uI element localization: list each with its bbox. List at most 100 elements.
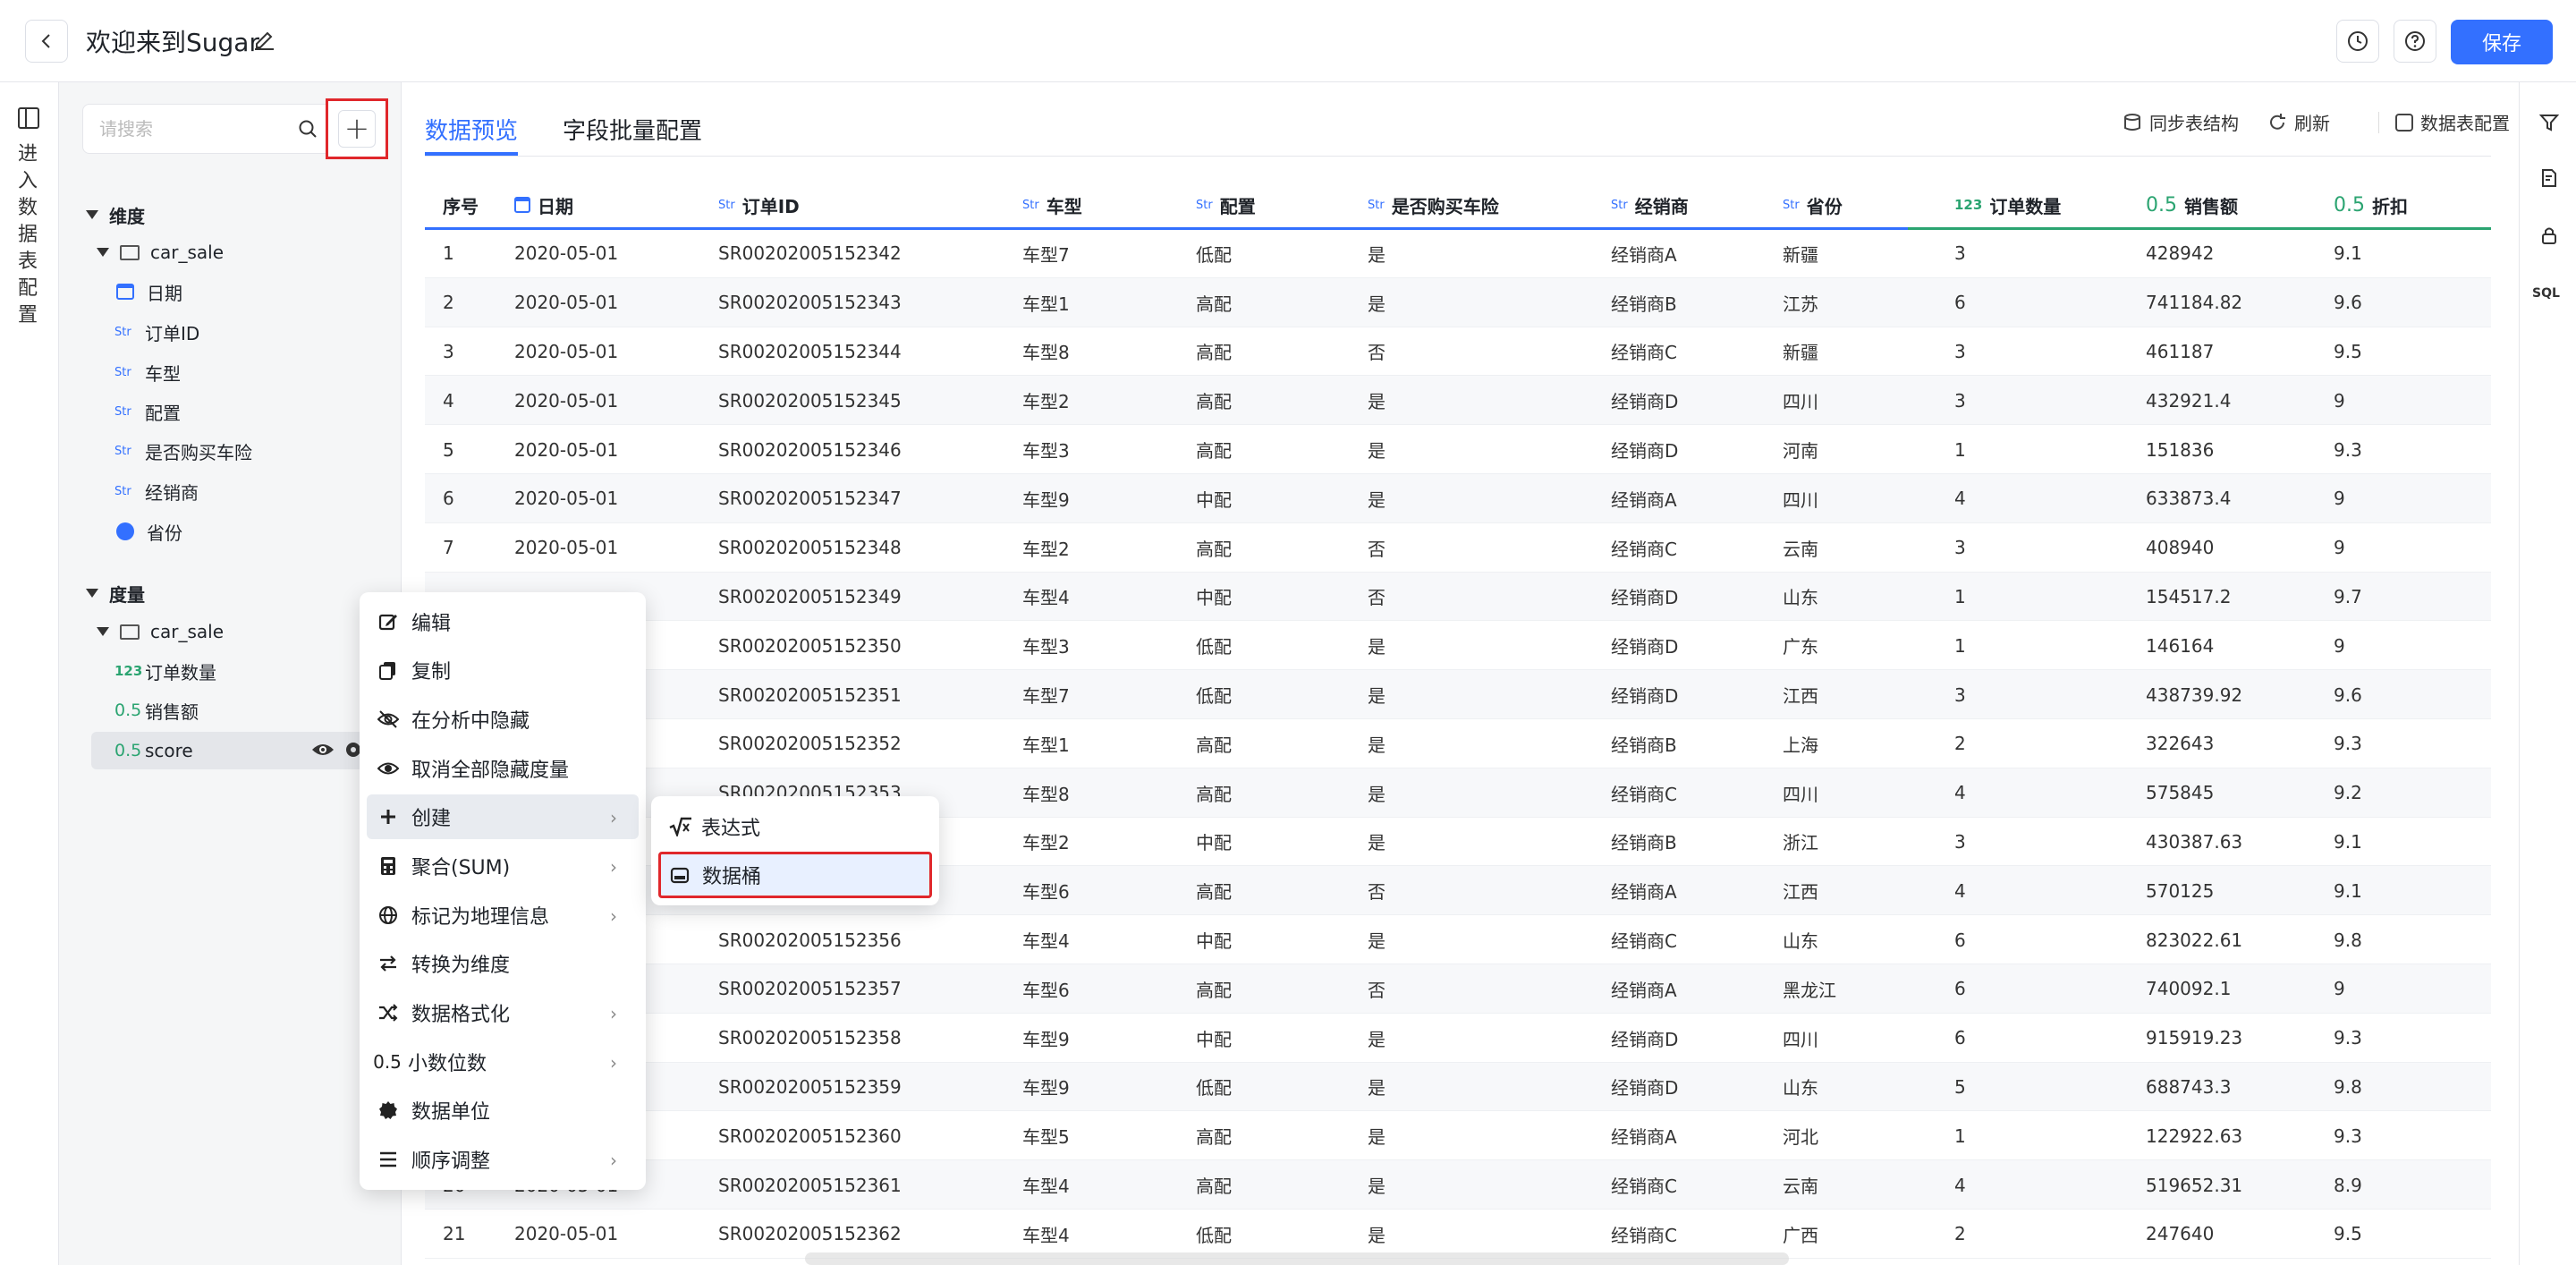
menu-item-label: 在分析中隐藏 <box>411 710 530 733</box>
horizontal-scrollbar[interactable] <box>805 1252 1789 1265</box>
column-header-province[interactable]: Str 省份 <box>1783 183 1843 227</box>
field-label: 车型 <box>145 362 181 385</box>
table-config-label: 数据表配置 <box>2420 113 2510 134</box>
table-cell: 3 <box>443 340 454 362</box>
column-header-order-count[interactable]: 123 订单数量 <box>1954 183 2061 227</box>
field-item-sales[interactable]: 0.5 销售额 <box>114 694 199 726</box>
column-header-order-id[interactable]: Str 订单ID <box>718 183 800 227</box>
panel-toggle-icon[interactable] <box>18 107 39 129</box>
menu-item-plus[interactable]: 创建 › <box>367 794 639 839</box>
table-cell: 4 <box>1954 782 1966 804</box>
tab-field-batch-config[interactable]: 字段批量配置 <box>563 113 702 146</box>
calculator-icon <box>377 855 399 877</box>
table-cell: 154517.2 <box>2146 585 2232 607</box>
field-item-province[interactable]: 省份 <box>114 515 182 548</box>
enter-table-config-link[interactable]: 进入数据表配置 <box>18 141 41 329</box>
table-cell: 车型8 <box>1022 783 1070 805</box>
tab-data-preview[interactable]: 数据预览 <box>425 113 518 146</box>
column-header-sales[interactable]: 0.5 销售额 <box>2146 183 2238 227</box>
table-header: 序号 日期 Str 订单ID Str 车型 Str 配置 Str 是否购买车险 Str 经… <box>425 183 2491 230</box>
menu-item-data-bucket[interactable]: 数据桶 <box>658 852 932 898</box>
table-cell: 4 <box>443 389 454 412</box>
str-type-icon: Str <box>1196 198 1213 212</box>
column-header-insurance[interactable]: Str 是否购买车险 <box>1368 183 1499 227</box>
dimension-table-node[interactable]: car_sale <box>97 236 224 268</box>
table-cell: 车型2 <box>1022 832 1070 854</box>
add-field-button[interactable]: + <box>326 98 388 159</box>
table-cell: SR00202005152360 <box>718 1125 902 1147</box>
data-preview-table: 序号 日期 Str 订单ID Str 车型 Str 配置 Str 是否购买车险 Str 经… <box>425 183 2491 1259</box>
menu-item-calculator[interactable]: 聚合(SUM) › <box>367 844 639 888</box>
save-button[interactable]: 保存 <box>2451 20 2553 64</box>
help-button[interactable] <box>2394 20 2436 63</box>
caret-down-icon <box>86 589 98 598</box>
measure-table-node[interactable]: car_sale <box>97 616 224 648</box>
document-settings-icon[interactable] <box>2539 168 2559 188</box>
table-cell: 519652.31 <box>2146 1174 2243 1196</box>
sync-schema-button[interactable]: 同步表结构 <box>2123 109 2239 135</box>
sql-button[interactable]: SQL <box>2532 286 2560 301</box>
column-header-index[interactable]: 序号 <box>443 183 479 227</box>
table-cell: 车型2 <box>1022 538 1070 560</box>
table-cell: 2020-05-01 <box>514 389 619 412</box>
table-cell: 广东 <box>1783 636 1818 658</box>
menu-item-shuffle[interactable]: 数据格式化 › <box>367 990 639 1035</box>
menu-item-copy[interactable]: 复制 <box>367 648 639 692</box>
field-item-date[interactable]: 日期 <box>114 276 182 308</box>
table-config-button[interactable]: 数据表配置 <box>2378 109 2510 135</box>
menu-item-list[interactable]: 顺序调整 › <box>367 1137 639 1182</box>
column-header-car-model[interactable]: Str 车型 <box>1022 183 1082 227</box>
top-header: 欢迎来到Sugar 保存 <box>0 0 2576 82</box>
refresh-button[interactable]: 刷新 <box>2267 109 2330 135</box>
field-item-dealer[interactable]: Str 经销商 <box>114 475 199 507</box>
table-cell: 经销商A <box>1611 488 1677 511</box>
table-cell: 是 <box>1368 734 1385 756</box>
back-button[interactable] <box>25 20 68 63</box>
menu-item-eye[interactable]: 取消全部隐藏度量 <box>367 746 639 791</box>
edit-title-icon[interactable] <box>252 27 275 56</box>
table-row: 21 2020-05-01 SR00202005152362 车型4 低配 是 经销商C 广西… <box>425 1210 2491 1259</box>
toolbar-divider <box>2378 111 2379 133</box>
column-header-config[interactable]: Str 配置 <box>1196 183 1256 227</box>
column-header-date[interactable]: 日期 <box>514 183 573 227</box>
field-item-car-model[interactable]: Str 车型 <box>114 356 181 388</box>
menu-item-swap[interactable]: 转换为维度 <box>367 941 639 986</box>
table-cell: 高配 <box>1196 881 1232 904</box>
table-cell: 122922.63 <box>2146 1125 2243 1147</box>
search-input[interactable] <box>99 115 287 142</box>
field-item-insurance[interactable]: Str 是否购买车险 <box>114 435 252 467</box>
eye-icon[interactable] <box>311 741 335 759</box>
menu-item-expression[interactable]: 表达式 <box>658 803 932 850</box>
measure-group[interactable]: 度量 <box>86 577 145 609</box>
table-cell: 5 <box>443 438 454 461</box>
field-item-config[interactable]: Str 配置 <box>114 395 181 428</box>
history-button[interactable] <box>2336 20 2379 63</box>
field-item-order-id[interactable]: Str 订单ID <box>114 316 199 348</box>
table-cell: 5 <box>1954 1075 1966 1098</box>
lock-icon[interactable] <box>2539 225 2559 245</box>
badge-icon <box>377 1099 399 1121</box>
table-cell: 经销商D <box>1611 1028 1679 1050</box>
sqrt-icon <box>669 817 691 836</box>
menu-item-eye-off[interactable]: 在分析中隐藏 <box>367 697 639 742</box>
column-header-discount[interactable]: 0.5 折扣 <box>2334 183 2408 227</box>
dimension-group[interactable]: 维度 <box>86 199 145 231</box>
field-sidebar: + 维度 car_sale 日期 Str 订单ID Str 车型 Str 配置 … <box>59 82 401 1265</box>
field-item-score[interactable]: 0.5 score <box>114 734 193 767</box>
table-cell: 741184.82 <box>2146 292 2243 314</box>
table-cell: 是 <box>1368 1028 1385 1050</box>
menu-item-badge[interactable]: 数据单位 <box>367 1088 639 1133</box>
search-icon[interactable] <box>298 119 318 139</box>
menu-item-decimal[interactable]: 0.5 小数位数 › <box>367 1040 639 1084</box>
table-cell: 是 <box>1368 391 1385 413</box>
menu-item-label: 标记为地理信息 <box>411 906 550 929</box>
caret-down-icon <box>86 210 98 219</box>
menu-item-globe[interactable]: 标记为地理信息 › <box>367 893 639 938</box>
filter-icon[interactable] <box>2539 113 2559 132</box>
field-item-order-count[interactable]: 123 订单数量 <box>114 655 216 687</box>
menu-item-label: 创建 <box>411 808 452 830</box>
table-cell: 经销商B <box>1611 734 1677 756</box>
table-cell: 408940 <box>2146 537 2215 559</box>
menu-item-edit[interactable]: 编辑 <box>367 599 639 644</box>
column-header-dealer[interactable]: Str 经销商 <box>1611 183 1689 227</box>
